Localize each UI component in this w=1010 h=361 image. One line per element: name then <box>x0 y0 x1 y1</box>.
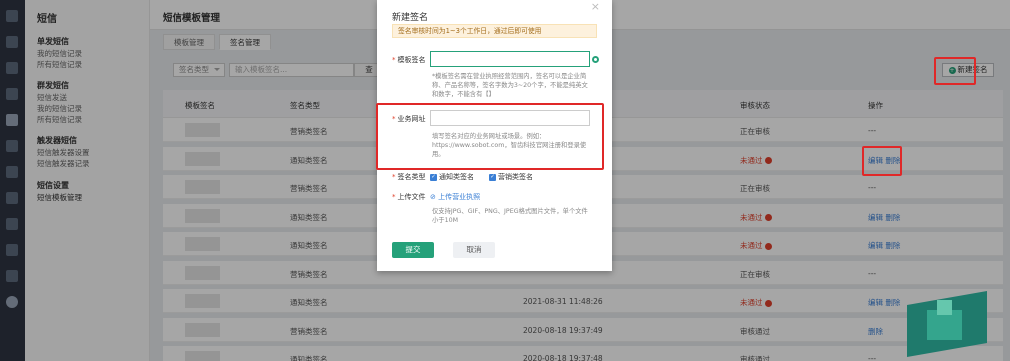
type-option-marketing[interactable]: ✓ 营销类签名 <box>489 172 533 182</box>
type-label-text: 签名类型 <box>397 173 426 181</box>
annotation-box-new-button <box>934 57 976 85</box>
sign-label-text: 模板签名 <box>397 56 426 64</box>
checkbox-checked-icon[interactable]: ✓ <box>489 173 496 181</box>
floating-widget[interactable] <box>907 290 992 358</box>
type-option-marketing-label: 营销类签名 <box>498 173 533 181</box>
upload-hint: 仅支持JPG、GIF、PNG、JPEG格式图片文件，单个文件小于10M <box>432 208 588 224</box>
checkbox-checked-icon[interactable]: ✓ <box>430 173 437 181</box>
signature-hint: *模板签名需在营业执照经营范围内，签名可以是企业简称、产品名称等，签名字数为3~… <box>432 73 588 98</box>
cancel-button[interactable]: 取消 <box>453 242 495 258</box>
annotation-box-edit <box>862 146 902 176</box>
close-icon[interactable]: × <box>591 0 600 13</box>
type-option-notice[interactable]: ✓ 通知类签名 <box>430 172 474 182</box>
upload-license-link[interactable]: ⊘ 上传营业执照 <box>430 192 480 202</box>
paperclip-icon: ⊘ <box>430 193 439 201</box>
type-field-label: * 签名类型 <box>392 173 426 181</box>
dialog-title: 新建签名 <box>392 13 429 23</box>
upload-field-label: * 上传文件 <box>392 193 426 201</box>
upload-label-text: 上传文件 <box>397 193 426 201</box>
submit-button[interactable]: 提交 <box>392 242 434 258</box>
sign-field-label: * 模板签名 <box>392 56 426 64</box>
annotation-box-url <box>376 103 604 170</box>
signature-input[interactable] <box>430 51 590 67</box>
upload-link-text: 上传营业执照 <box>438 193 481 201</box>
widget-shape <box>937 300 952 315</box>
type-option-notice-label: 通知类签名 <box>439 173 474 181</box>
review-notice: 签名审核时间为1~3个工作日，通过后即可使用 <box>392 24 597 38</box>
add-circle-icon[interactable] <box>592 56 599 63</box>
